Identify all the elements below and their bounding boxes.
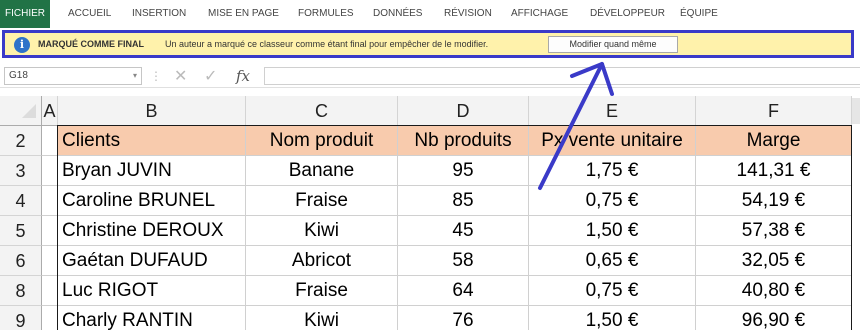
table-cell[interactable]: Caroline BRUNEL [58,186,246,216]
table-cell[interactable]: 141,31 € [696,156,852,186]
table-cell[interactable]: 1,50 € [529,306,696,330]
row-header[interactable]: 6 [0,246,42,276]
table-header-cell[interactable]: Clients [58,126,246,156]
cell[interactable] [42,186,58,216]
table-cell[interactable]: 40,80 € [696,276,852,306]
separator-dots-icon: ⋮ [150,69,162,83]
table-header-cell[interactable]: Px vente unitaire [529,126,696,156]
table-cell[interactable]: Abricot [246,246,398,276]
row-header[interactable]: 2 [0,126,42,156]
cell[interactable] [42,156,58,186]
table-cell[interactable]: Gaétan DUFAUD [58,246,246,276]
table-cell[interactable]: Fraise [246,276,398,306]
tab-insertion[interactable]: INSERTION [132,0,186,28]
table-cell[interactable]: 45 [398,216,529,246]
table-cell[interactable]: 54,19 € [696,186,852,216]
table-cell[interactable]: Banane [246,156,398,186]
formula-bar: G18 ▾ ⋮ ✕ ✓ fx [0,64,860,88]
table-cell[interactable]: 57,38 € [696,216,852,246]
column-header-e[interactable]: E [529,96,696,126]
name-box-value: G18 [9,70,28,81]
table-cell[interactable]: Kiwi [246,306,398,330]
select-all-triangle-icon [22,104,36,118]
infobar-title: MARQUÉ COMME FINAL [38,39,144,49]
table-cell[interactable]: Fraise [246,186,398,216]
tab-formules[interactable]: FORMULES [298,0,354,28]
table-header-cell[interactable]: Nb produits [398,126,529,156]
enter-check-icon[interactable]: ✓ [204,66,217,86]
column-header-f[interactable]: F [696,96,852,126]
ribbon-tabs: FICHIER ACCUEIL INSERTION MISE EN PAGE F… [0,0,860,28]
cell[interactable] [42,306,58,330]
column-header-a[interactable]: A [42,96,58,126]
cell[interactable] [42,276,58,306]
column-header-b[interactable]: B [58,96,246,126]
table-cell[interactable]: 58 [398,246,529,276]
tab-donnees[interactable]: DONNÉES [373,0,422,28]
table-cell[interactable]: 85 [398,186,529,216]
row-header[interactable]: 9 [0,306,42,330]
cell[interactable] [42,126,58,156]
tab-accueil[interactable]: ACCUEIL [68,0,111,28]
table-cell[interactable]: 64 [398,276,529,306]
table-cell[interactable]: 76 [398,306,529,330]
row-header[interactable]: 4 [0,186,42,216]
column-header-d[interactable]: D [398,96,529,126]
insert-function-icon[interactable]: fx [236,67,250,85]
worksheet-grid: A B C D E F 2 3 4 5 6 8 9 Clients Nom pr… [0,96,860,330]
table-cell[interactable]: 32,05 € [696,246,852,276]
select-all-corner[interactable] [0,96,42,126]
infobar-message: Un auteur a marqué ce classeur comme éta… [165,39,489,49]
table-header-cell[interactable]: Marge [696,126,852,156]
tab-mise-en-page[interactable]: MISE EN PAGE [208,0,279,28]
table-cell[interactable]: 1,50 € [529,216,696,246]
row-header[interactable]: 3 [0,156,42,186]
table-cell[interactable]: 96,90 € [696,306,852,330]
table-cell[interactable]: 0,75 € [529,186,696,216]
tab-developpeur[interactable]: DÉVELOPPEUR [590,0,665,28]
table-cell[interactable]: Charly RANTIN [58,306,246,330]
table-header-cell[interactable]: Nom produit [246,126,398,156]
table-cell[interactable]: Luc RIGOT [58,276,246,306]
tab-revision[interactable]: RÉVISION [444,0,492,28]
tab-fichier[interactable]: FICHIER [0,0,50,28]
cell[interactable] [42,216,58,246]
table-cell[interactable]: 1,75 € [529,156,696,186]
formula-input[interactable] [264,67,860,85]
scrollbar-stub[interactable] [852,98,860,124]
marked-final-infobar: i MARQUÉ COMME FINAL Un auteur a marqué … [2,30,854,58]
row-header[interactable]: 5 [0,216,42,246]
cell[interactable] [42,246,58,276]
table-cell[interactable]: Christine DEROUX [58,216,246,246]
table-cell[interactable]: 95 [398,156,529,186]
info-icon: i [14,37,30,53]
table-cell[interactable]: Bryan JUVIN [58,156,246,186]
name-box[interactable]: G18 ▾ [4,67,142,85]
row-header[interactable]: 8 [0,276,42,306]
column-header-c[interactable]: C [246,96,398,126]
table-cell[interactable]: 0,65 € [529,246,696,276]
cancel-icon[interactable]: ✕ [174,66,187,86]
edit-anyway-button[interactable]: Modifier quand même [548,36,678,53]
tab-affichage[interactable]: AFFICHAGE [511,0,568,28]
table-cell[interactable]: Kiwi [246,216,398,246]
chevron-down-icon[interactable]: ▾ [133,71,137,80]
table-cell[interactable]: 0,75 € [529,276,696,306]
tab-equipe[interactable]: ÉQUIPE [680,0,718,28]
